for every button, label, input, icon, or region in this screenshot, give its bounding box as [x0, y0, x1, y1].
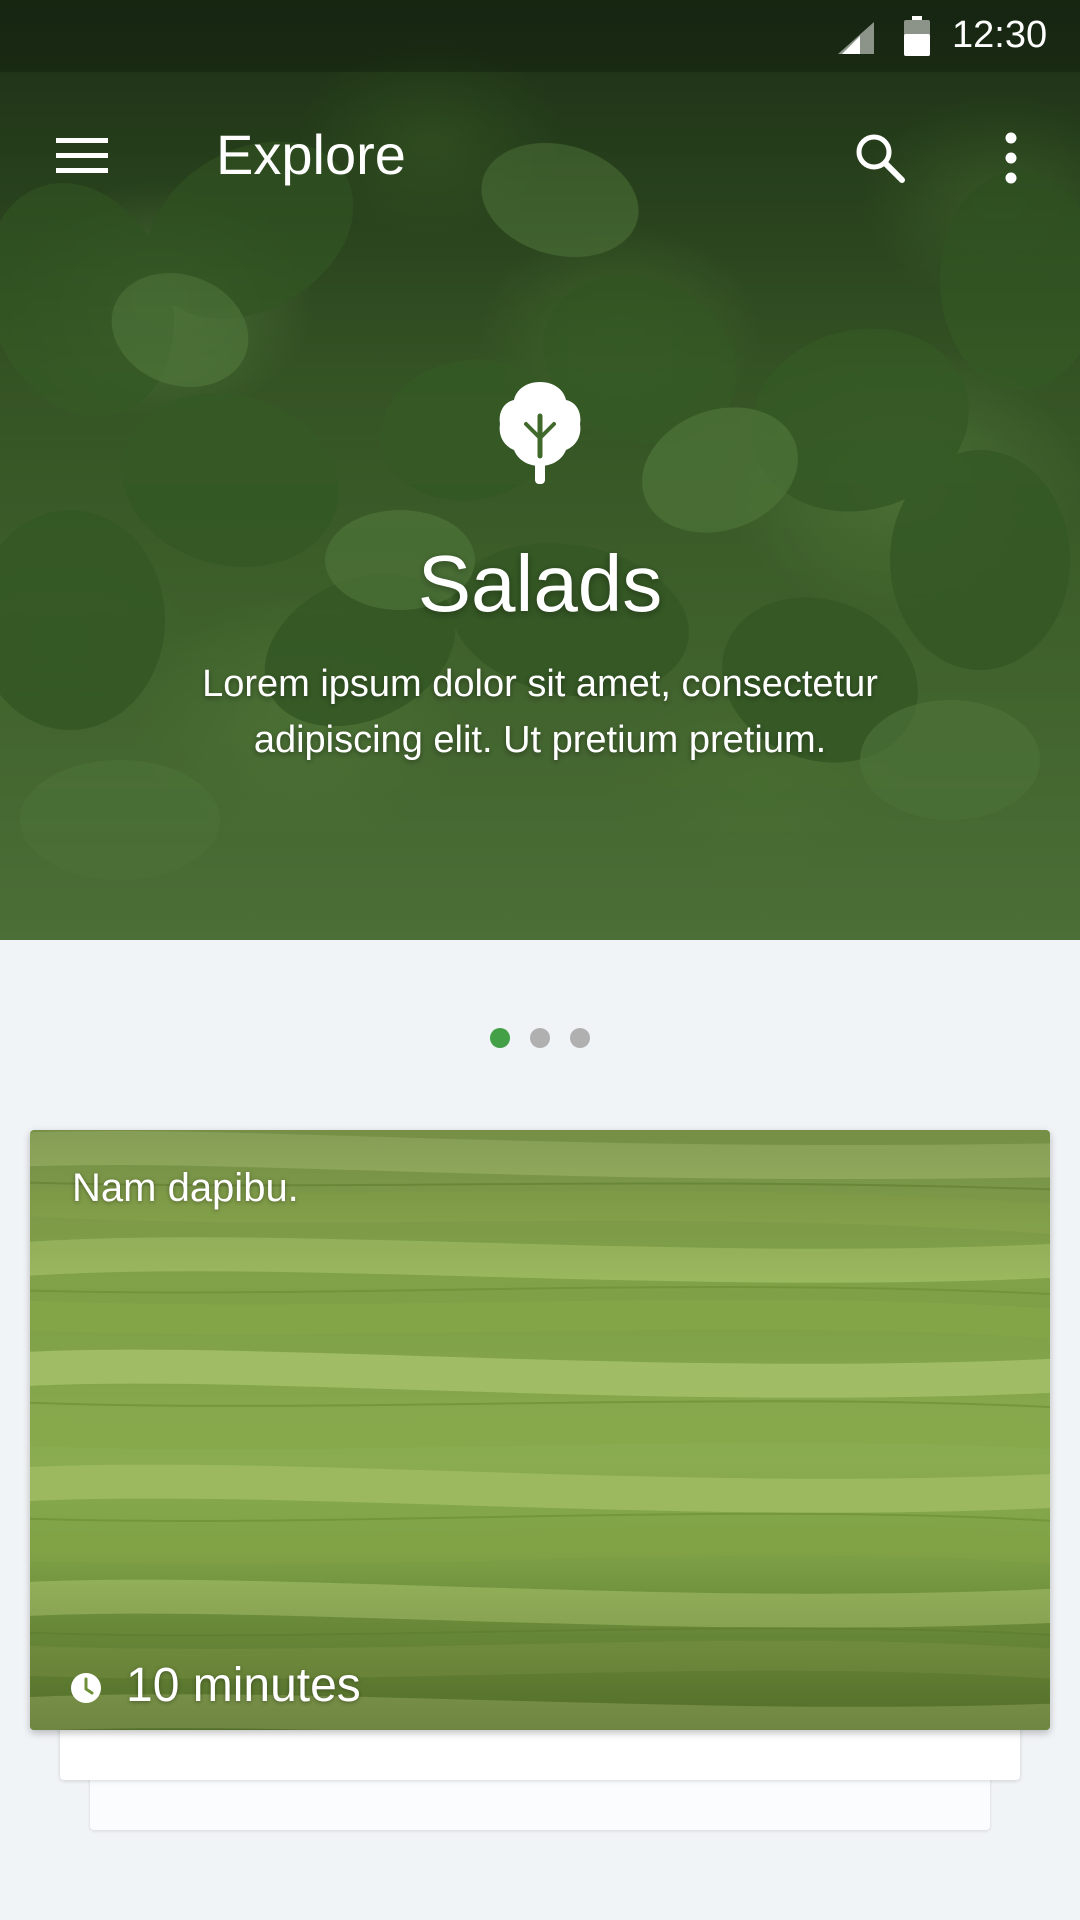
recipe-card-scrim [30, 1130, 1050, 1730]
hero-banner[interactable]: 12:30 Explore Salads Lorem ipsum dolor s… [0, 0, 1080, 940]
search-icon[interactable] [852, 130, 908, 186]
page-title: Explore [216, 123, 406, 186]
pager-dot-1[interactable] [490, 1028, 510, 1048]
recipe-card-time: 10 minutes [126, 1659, 361, 1712]
battery-icon [904, 16, 930, 56]
recipe-card[interactable]: Nam dapibu. 10 minutes [30, 1130, 1050, 1730]
pager-indicator [0, 1028, 1080, 1052]
category-title: Salads [417, 539, 663, 628]
pager-dot-3[interactable] [570, 1028, 590, 1048]
menu-icon[interactable] [54, 134, 114, 178]
status-bar: 12:30 [0, 0, 1080, 72]
salad-leaf-icon [499, 382, 581, 484]
explore-screen: 12:30 Explore Salads Lorem ipsum dolor s… [0, 0, 1080, 1920]
status-time: 12:30 [952, 14, 1048, 56]
cell-signal-icon [838, 22, 874, 54]
category-description: Lorem ipsum dolor sit amet, consectetur … [202, 663, 878, 761]
app-bar: Explore [0, 100, 1080, 212]
more-vert-icon[interactable] [996, 128, 1026, 188]
pager-dot-2[interactable] [530, 1028, 550, 1048]
recipe-card-title: Nam dapibu. [72, 1166, 299, 1210]
clock-icon [71, 1673, 101, 1703]
